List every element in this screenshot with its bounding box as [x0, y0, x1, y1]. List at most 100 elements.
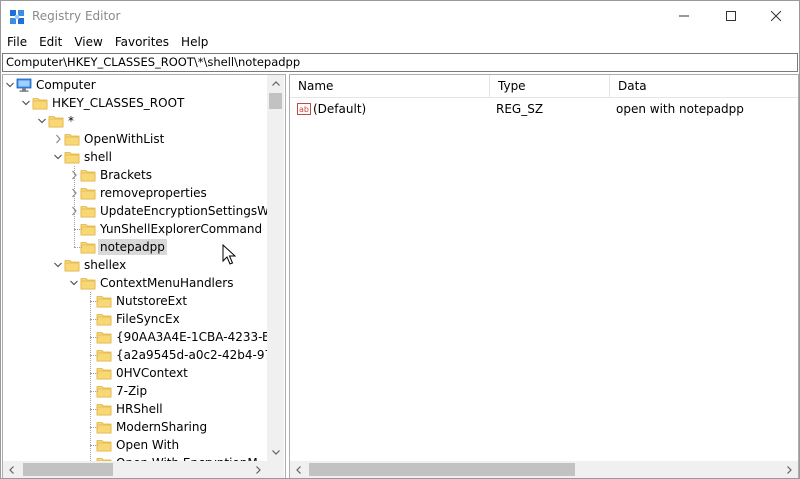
value-row[interactable]: ab (Default) REG_SZ open with notepadpp — [290, 99, 798, 119]
tree-node[interactable]: FileSyncEx — [3, 310, 267, 328]
tree-guide-line — [90, 292, 91, 461]
string-value-icon: ab — [297, 103, 311, 115]
tree-node-label: UpdateEncryptionSettingsWork — [100, 204, 267, 218]
folder-icon — [64, 131, 80, 147]
chevron-down-icon[interactable] — [53, 151, 63, 163]
registry-editor-window: Registry Editor File Edit View Favorites… — [0, 0, 800, 479]
values-horizontal-scrollbar[interactable] — [290, 461, 798, 478]
tree-node-label: ContextMenuHandlers — [100, 276, 234, 290]
chevron-right-icon[interactable] — [53, 133, 63, 145]
scroll-right-button[interactable] — [250, 461, 267, 478]
menu-favorites[interactable]: Favorites — [109, 32, 175, 52]
value-data: open with notepadpp — [616, 102, 744, 116]
folder-icon — [96, 311, 112, 327]
tree-node[interactable]: Open With EncryptionM — [3, 454, 267, 461]
tree-node-label: removeproperties — [100, 186, 207, 200]
column-header-data[interactable]: Data — [610, 75, 798, 98]
tree-node[interactable]: {90AA3A4E-1CBA-4233-B8BB — [3, 328, 267, 346]
tree-guide-line — [90, 409, 98, 410]
values-horizontal-scroll-thumb[interactable] — [309, 463, 575, 476]
scroll-right-button[interactable] — [781, 461, 798, 478]
tree-node-label: shell — [84, 150, 112, 164]
scroll-left-button[interactable] — [3, 461, 20, 478]
tree-vertical-scrollbar[interactable] — [267, 75, 284, 461]
tree-node[interactable]: 7-Zip — [3, 382, 267, 400]
menu-file[interactable]: File — [1, 32, 33, 52]
chevron-left-icon — [296, 465, 301, 474]
folder-icon — [80, 167, 96, 183]
minimize-button[interactable] — [661, 1, 707, 31]
scroll-left-button[interactable] — [290, 461, 307, 478]
tree-node-label: Brackets — [100, 168, 152, 182]
menu-bar: File Edit View Favorites Help — [1, 32, 799, 52]
folder-icon — [80, 239, 96, 255]
tree-node[interactable]: 0HVContext — [3, 364, 267, 382]
tree-node[interactable]: {a2a9545d-a0c2-42b4-9708-a — [3, 346, 267, 364]
tree-node[interactable]: NutstoreExt — [3, 292, 267, 310]
folder-icon — [32, 95, 48, 111]
tree-node[interactable]: HKEY_CLASSES_ROOT — [3, 94, 267, 112]
menu-view[interactable]: View — [68, 32, 108, 52]
tree-node-label: HRShell — [116, 402, 163, 416]
chevron-right-icon — [787, 465, 792, 474]
scroll-up-button[interactable] — [267, 75, 284, 92]
tree-node[interactable]: Computer — [3, 76, 267, 94]
chevron-down-icon[interactable] — [21, 97, 31, 109]
folder-icon — [96, 419, 112, 435]
chevron-down-icon[interactable] — [69, 277, 79, 289]
tree-node-label: * — [68, 114, 74, 128]
folder-icon — [80, 203, 96, 219]
menu-help[interactable]: Help — [175, 32, 214, 52]
close-button[interactable] — [753, 1, 799, 31]
tree-guide-line — [90, 373, 98, 374]
tree-node[interactable]: Brackets — [3, 166, 267, 184]
maximize-button[interactable] — [708, 1, 754, 31]
chevron-down-icon[interactable] — [5, 79, 15, 91]
tree-node-label: Open With — [116, 438, 180, 452]
tree-node[interactable]: HRShell — [3, 400, 267, 418]
tree-guide-line — [74, 247, 82, 248]
tree-node[interactable]: YunShellExplorerCommand — [3, 220, 267, 238]
values-pane: Name Type Data ab (Default) REG_SZ open … — [289, 74, 799, 478]
folder-icon — [64, 257, 80, 273]
tree-node[interactable]: UpdateEncryptionSettingsWork — [3, 202, 267, 220]
folder-icon — [96, 293, 112, 309]
tree-node[interactable]: OpenWithList — [3, 130, 267, 148]
folder-icon — [96, 347, 112, 363]
tree-node-label: ModernSharing — [116, 420, 208, 434]
scroll-down-button[interactable] — [267, 444, 284, 461]
tree-node[interactable]: ModernSharing — [3, 418, 267, 436]
tree-vertical-scroll-thumb[interactable] — [269, 93, 282, 109]
svg-text:ab: ab — [299, 105, 309, 114]
column-header-name[interactable]: Name — [290, 75, 490, 98]
tree-node[interactable]: removeproperties — [3, 184, 267, 202]
tree-node[interactable]: * — [3, 112, 267, 130]
title-bar[interactable]: Registry Editor — [1, 1, 799, 32]
tree-guide-line — [90, 391, 98, 392]
folder-icon — [48, 113, 64, 129]
tree-node-label: notepadpp — [98, 239, 167, 255]
chevron-down-icon[interactable] — [37, 115, 47, 127]
menu-edit[interactable]: Edit — [33, 32, 68, 52]
chevron-down-icon[interactable] — [53, 259, 63, 271]
maximize-icon — [726, 11, 736, 21]
tree-node-label: 0HVContext — [116, 366, 188, 380]
chevron-left-icon — [9, 465, 14, 474]
tree-node[interactable]: ContextMenuHandlers — [3, 274, 267, 292]
tree-node[interactable]: shell — [3, 148, 267, 166]
tree-node-label: Computer — [36, 78, 96, 92]
address-bar[interactable]: Computer\HKEY_CLASSES_ROOT\*\shell\notep… — [2, 53, 798, 72]
tree-node-label: {90AA3A4E-1CBA-4233-B8BB — [116, 330, 267, 344]
folder-icon — [80, 221, 96, 237]
tree-node-label: OpenWithList — [84, 132, 165, 146]
tree-node-label: {a2a9545d-a0c2-42b4-9708-a — [116, 348, 267, 362]
column-header-type[interactable]: Type — [490, 75, 610, 98]
tree-node-label: shellex — [84, 258, 127, 272]
tree-horizontal-scrollbar[interactable] — [3, 461, 267, 478]
folder-icon — [96, 365, 112, 381]
tree-node[interactable]: Open With — [3, 436, 267, 454]
tree-guide-line — [90, 355, 98, 356]
tree-node-label: HKEY_CLASSES_ROOT — [52, 96, 185, 110]
key-tree-pane: Computer HKEY_CLASSES_ROOT * OpenWithList sh… — [2, 74, 286, 478]
tree-horizontal-scroll-thumb[interactable] — [23, 463, 113, 476]
